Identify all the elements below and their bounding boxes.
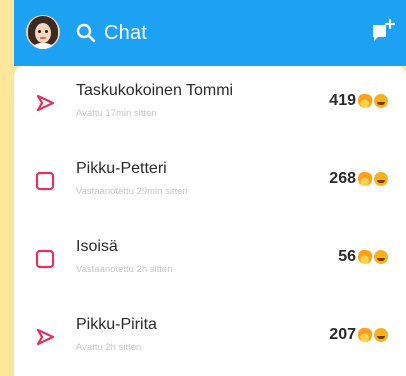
chat-name: Pikku-Petteri: [76, 160, 167, 177]
chat-status-text: Vastaanotettu 2h sitten: [76, 264, 173, 275]
new-chat-icon[interactable]: [370, 18, 396, 44]
chat-name: Pikku-Pirita: [76, 316, 157, 333]
search-label: Chat: [104, 21, 148, 44]
streak-count: 56: [338, 248, 356, 265]
streak-count: 207: [329, 326, 356, 343]
streak-badge: 56: [338, 248, 388, 266]
chat-status-text: Avattu 2h sitten: [76, 342, 142, 353]
chat-screen: Chat Taskukokoinen Tommi Avattu 17min si…: [14, 0, 406, 376]
streak-badge: 419: [329, 92, 388, 110]
fire-icon: [357, 327, 373, 343]
streak-badge: 207: [329, 326, 388, 344]
smile-icon: [374, 172, 388, 186]
fire-icon: [357, 171, 373, 187]
search-icon: [76, 23, 96, 43]
chat-row[interactable]: Pikku-Pirita Avattu 2h sitten 207: [14, 302, 406, 376]
chat-status-text: Vastaanotettu 29min sitten: [76, 186, 188, 197]
avatar-icon[interactable]: [26, 15, 60, 49]
search-bar[interactable]: Chat: [76, 20, 147, 46]
chat-row[interactable]: Taskukokoinen Tommi Avattu 17min sitten …: [14, 68, 406, 146]
received-square-icon: [35, 171, 55, 191]
fire-icon: [357, 93, 373, 109]
chat-list: Taskukokoinen Tommi Avattu 17min sitten …: [14, 66, 406, 376]
chat-row[interactable]: Pikku-Petteri Vastaanotettu 29min sitten…: [14, 146, 406, 224]
opened-arrow-icon: [36, 94, 55, 112]
streak-count: 419: [329, 92, 356, 109]
received-square-icon: [35, 249, 55, 269]
streak-badge: 268: [329, 170, 388, 188]
fire-icon: [357, 249, 373, 265]
chat-name: Taskukokoinen Tommi: [76, 82, 234, 99]
smile-icon: [374, 94, 388, 108]
smile-icon: [374, 250, 388, 264]
smile-icon: [374, 328, 388, 342]
header-bar: Chat: [14, 0, 406, 66]
chat-name: Isoisä: [76, 238, 118, 255]
chat-row[interactable]: Isoisä Vastaanotettu 2h sitten 56: [14, 224, 406, 302]
chat-status-text: Avattu 17min sitten: [76, 108, 157, 119]
opened-arrow-icon: [36, 328, 55, 346]
streak-count: 268: [329, 170, 356, 187]
